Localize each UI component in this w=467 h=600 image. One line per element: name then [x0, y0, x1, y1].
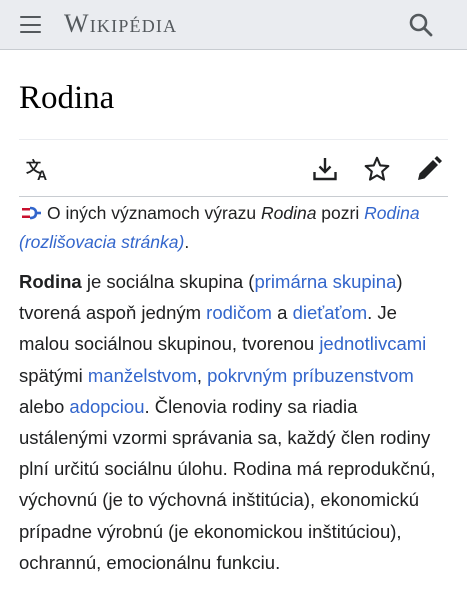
top-bar: Wikipédia	[0, 0, 467, 50]
link-dietatom[interactable]: dieťaťom	[293, 302, 368, 323]
language-icon[interactable]: 文 A	[25, 155, 53, 183]
svg-text:A: A	[37, 167, 47, 183]
link-manzelstvom[interactable]: manželstvom	[88, 365, 197, 386]
intro-paragraph: Rodina je sociálna skupina (primárna sku…	[19, 266, 449, 578]
toolbar-divider	[19, 196, 448, 197]
hatnote-term: Rodina	[260, 203, 317, 223]
hatnote-text-before: O iných významoch výrazu	[47, 203, 261, 223]
text-segment: spätými	[19, 364, 88, 386]
search-icon[interactable]	[408, 12, 434, 38]
pencil-icon[interactable]	[415, 155, 443, 183]
link-jednotlivcami[interactable]: jednotlivcami	[319, 333, 426, 354]
page-title: Rodina	[19, 80, 115, 116]
page-actions-toolbar: 文 A	[0, 150, 467, 188]
text-segment: alebo	[19, 395, 70, 417]
link-pokrvnym-pribuzenstvom[interactable]: pokrvným príbuzenstvom	[207, 365, 414, 386]
link-primarna-skupina[interactable]: primárna skupina	[254, 271, 396, 292]
hamburger-menu-icon[interactable]	[18, 13, 44, 37]
hatnote-text-after: .	[184, 232, 190, 252]
star-icon[interactable]	[363, 155, 391, 183]
text-segment: . Členovia rodiny sa riadia ustálenými v…	[19, 395, 436, 573]
text-segment: je sociálna skupina (	[81, 271, 255, 292]
disambiguation-icon	[19, 202, 41, 229]
link-rodicom[interactable]: rodičom	[206, 302, 272, 323]
text-segment: ,	[196, 364, 208, 386]
wikipedia-logo[interactable]: Wikipédia	[64, 9, 177, 39]
hatnote: O iných významoch výrazu Rodina pozri Ro…	[19, 200, 449, 256]
download-icon[interactable]	[311, 155, 339, 183]
hatnote-text-middle: pozri	[316, 203, 365, 223]
title-divider	[19, 139, 448, 140]
bold-term: Rodina	[19, 271, 82, 292]
link-adopciou[interactable]: adopciou	[69, 396, 144, 417]
text-segment: a	[271, 302, 293, 324]
